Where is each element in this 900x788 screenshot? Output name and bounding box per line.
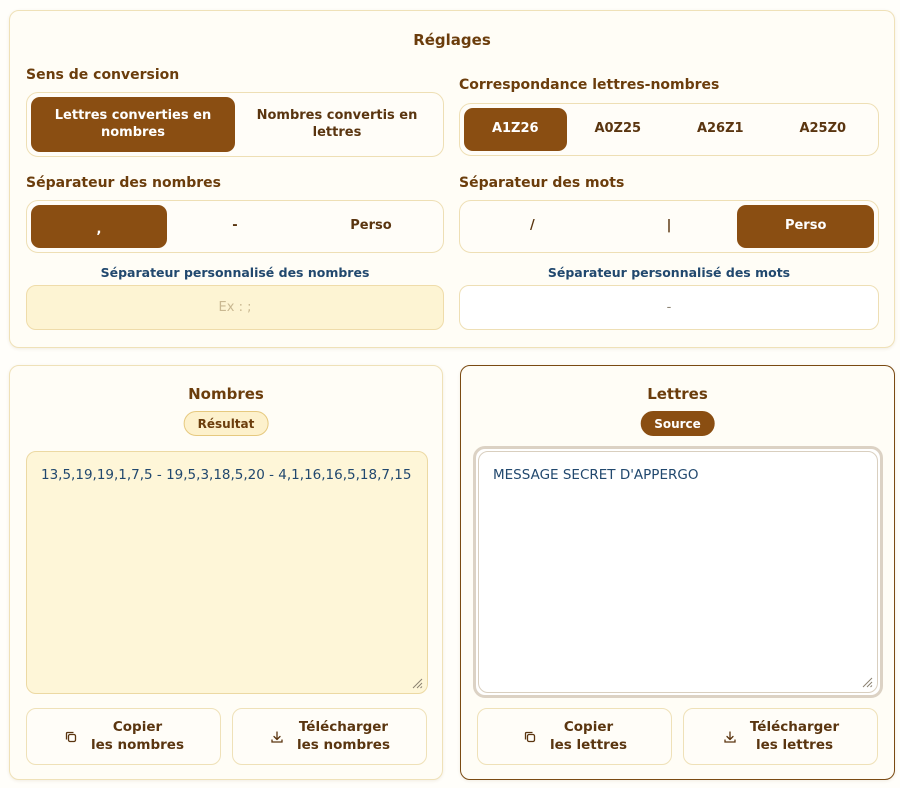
mapping-option-a0z25[interactable]: A0Z25 — [567, 108, 670, 151]
mapping-option-a25z0[interactable]: A25Z0 — [772, 108, 875, 151]
letters-textarea-focus-ring: MESSAGE SECRET D'APPERGO — [473, 446, 883, 698]
source-badge: Source — [640, 411, 715, 436]
resize-handle-icon[interactable] — [861, 676, 873, 688]
custom-number-separator-label: Séparateur personnalisé des nombres — [100, 265, 370, 280]
mapping-option-a1z26[interactable]: A1Z26 — [464, 108, 567, 151]
number-separator-label: Séparateur des nombres — [26, 175, 221, 191]
custom-word-separator-input[interactable]: - — [459, 285, 879, 330]
direction-segmented-control: Lettres converties en nombres Nombres co… — [26, 92, 444, 157]
result-badge: Résultat — [183, 411, 269, 436]
numbers-content: 13,5,19,19,1,7,5 - 19,5,3,18,5,20 - 4,1,… — [41, 467, 412, 483]
download-numbers-line2: les nombres — [297, 736, 390, 753]
word-separator-label: Séparateur des mots — [459, 175, 625, 191]
download-letters-line2: les lettres — [755, 736, 834, 753]
download-numbers-button[interactable]: Télécharger les nombres — [232, 708, 427, 765]
numbers-textarea[interactable]: 13,5,19,19,1,7,5 - 19,5,3,18,5,20 - 4,1,… — [26, 451, 428, 694]
copy-numbers-line1: Copier — [112, 718, 163, 735]
mapping-label: Correspondance lettres-nombres — [459, 77, 720, 93]
settings-title: Réglages — [413, 31, 491, 49]
custom-word-separator-label: Séparateur personnalisé des mots — [547, 265, 791, 280]
number-separator-option-comma[interactable]: , — [31, 205, 167, 248]
copy-icon — [524, 731, 536, 742]
copy-numbers-line2: les nombres — [91, 736, 184, 753]
download-numbers-line1: Télécharger — [298, 718, 389, 735]
direction-label: Sens de conversion — [26, 67, 180, 83]
number-separator-segmented-control: , - Perso — [26, 200, 444, 253]
letters-content: MESSAGE SECRET D'APPERGO — [493, 467, 699, 483]
download-icon — [724, 730, 736, 743]
word-separator-option-custom[interactable]: Perso — [737, 205, 875, 248]
custom-number-separator-input[interactable]: Ex : ; — [26, 285, 444, 330]
copy-letters-line1: Copier — [563, 718, 614, 735]
word-separator-segmented-control: / | Perso — [459, 200, 879, 253]
download-letters-button[interactable]: Télécharger les lettres — [683, 708, 878, 765]
number-separator-option-custom[interactable]: Perso — [303, 205, 439, 248]
mapping-option-a26z1[interactable]: A26Z1 — [669, 108, 772, 151]
copy-icon — [65, 731, 77, 742]
numbers-panel: Nombres Résultat 13,5,19,19,1,7,5 - 19,5… — [9, 365, 443, 780]
download-letters-line1: Télécharger — [749, 718, 840, 735]
word-separator-option-pipe[interactable]: | — [601, 205, 738, 248]
letters-textarea[interactable]: MESSAGE SECRET D'APPERGO — [478, 451, 878, 693]
numbers-title: Nombres — [188, 385, 264, 403]
download-icon — [271, 730, 283, 743]
number-separator-option-dash[interactable]: - — [167, 205, 303, 248]
resize-handle-icon[interactable] — [411, 677, 423, 689]
direction-option-letters-to-numbers[interactable]: Lettres converties en nombres — [31, 97, 235, 152]
word-separator-option-slash[interactable]: / — [464, 205, 601, 248]
letters-panel: Lettres Source MESSAGE SECRET D'APPERGO … — [460, 365, 895, 780]
direction-option-numbers-to-letters[interactable]: Nombres convertis en lettres — [235, 97, 439, 152]
settings-panel: Réglages Sens de conversion Lettres conv… — [9, 10, 895, 348]
copy-letters-button[interactable]: Copier les lettres — [477, 708, 672, 765]
mapping-segmented-control: A1Z26 A0Z25 A26Z1 A25Z0 — [459, 103, 879, 156]
copy-numbers-button[interactable]: Copier les nombres — [26, 708, 221, 765]
copy-letters-line2: les lettres — [549, 736, 628, 753]
letters-title: Lettres — [647, 385, 708, 403]
